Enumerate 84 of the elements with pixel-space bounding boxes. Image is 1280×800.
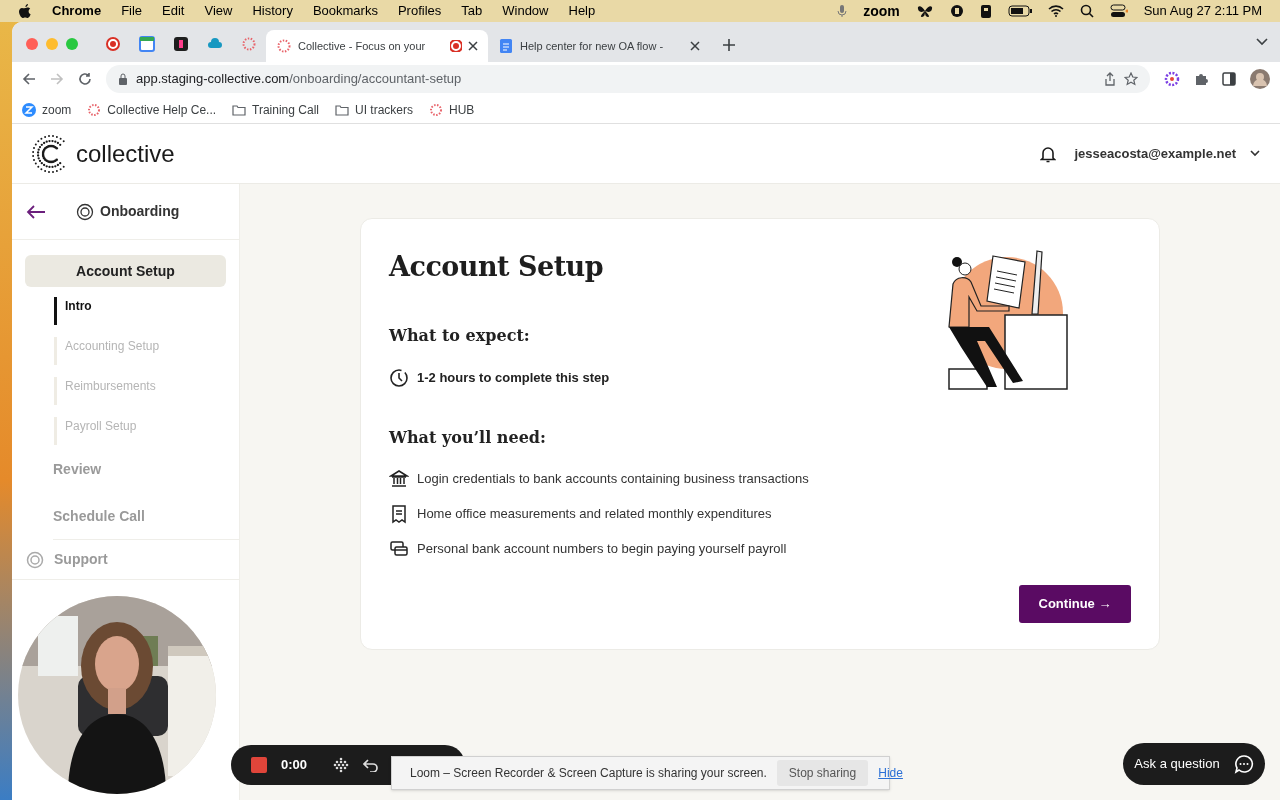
wifi-icon[interactable] (1047, 5, 1064, 17)
continue-button[interactable]: Continue → (1019, 584, 1131, 623)
stop-sharing-button[interactable]: Stop sharing (776, 760, 869, 786)
share-icon[interactable] (1104, 72, 1116, 86)
reload-icon[interactable] (78, 72, 92, 86)
chevron-down-icon[interactable] (1256, 38, 1268, 46)
bookmark-link[interactable]: Training Call (232, 100, 319, 119)
page-title: Account Setup (389, 250, 605, 284)
section-heading: What to expect: (389, 324, 531, 347)
folder-icon (232, 102, 247, 117)
hide-link[interactable]: Hide (878, 764, 903, 782)
tab-title: Help center for new OA flow - (520, 38, 665, 54)
menu-item[interactable]: Bookmarks (312, 1, 378, 21)
ask-question-button[interactable]: Ask a question (1123, 743, 1265, 785)
menu-item[interactable]: Profiles (397, 1, 442, 21)
app-icon (173, 36, 189, 52)
battery-icon[interactable] (1007, 5, 1032, 17)
list-item-text: Home office measurements and related monthly expenditures (417, 504, 772, 523)
menu-item[interactable]: History (252, 1, 293, 21)
bell-icon[interactable] (1040, 144, 1057, 163)
compass-icon (76, 202, 94, 221)
extensions-icon[interactable] (1194, 72, 1208, 86)
share-message: Loom – Screen Recorder & Screen Capture is sharing your screen. (410, 765, 767, 782)
menu-item[interactable]: Tab (461, 1, 483, 21)
control-center-icon[interactable] (1109, 4, 1128, 18)
recording-timer: 0:00 (281, 756, 308, 775)
bookmark-link[interactable]: zoom (22, 100, 72, 119)
sidebar-section[interactable]: Account Setup (25, 255, 226, 287)
menubar-clock[interactable]: Sun Aug 27 2:11 PM (1143, 1, 1262, 21)
chat-bubble-icon (1233, 754, 1254, 774)
search-icon[interactable] (1079, 4, 1094, 18)
address-bar[interactable]: app.staging-collective.com/onboarding/accountant-setup (106, 65, 1150, 93)
brand-name: collective (76, 138, 175, 169)
recording-icon (450, 40, 462, 52)
menu-item[interactable]: Window (502, 1, 549, 21)
close-icon[interactable] (690, 41, 700, 51)
menu-item[interactable]: File (121, 1, 143, 21)
list-item-text: Personal bank account numbers to begin paying yourself payroll (417, 539, 787, 558)
undo-icon[interactable] (363, 758, 380, 772)
tab-title: Collective - Focus on your (298, 38, 427, 54)
ring-logo-icon (87, 102, 102, 117)
bookmark-link[interactable]: UI trackers (335, 100, 413, 119)
chevron-down-icon (1250, 150, 1260, 157)
cards-icon (389, 538, 409, 559)
side-panel-icon[interactable] (1222, 72, 1236, 86)
microphone-icon[interactable] (837, 4, 848, 18)
bookmark-link[interactable]: Collective Help Ce... (87, 100, 217, 119)
browser-tab[interactable]: Help center for new OA flow - (488, 30, 710, 62)
apple-icon[interactable] (18, 3, 32, 19)
grid-dots-icon[interactable] (333, 757, 350, 773)
sidebar-title: Onboarding (100, 202, 180, 221)
back-arrow-icon[interactable] (26, 204, 46, 219)
butterfly-icon[interactable] (915, 4, 934, 18)
extension-badge-icon[interactable] (1164, 71, 1180, 87)
receipt-icon (389, 503, 409, 524)
document-icon (498, 38, 514, 54)
zoom-logo-icon (22, 102, 36, 117)
calendar-icon (139, 36, 155, 52)
lock-icon (118, 73, 128, 85)
list-item-text: Login credentials to bank accounts containing business transactions (417, 469, 809, 488)
list-item-text: 1-2 hours to complete this step (417, 368, 610, 387)
back-icon[interactable] (22, 72, 36, 86)
user-menu[interactable]: jesseacosta@example.net (1074, 143, 1260, 164)
record-icon (105, 36, 121, 52)
menu-item[interactable]: View (204, 1, 233, 21)
clock-icon (389, 367, 409, 388)
lifebuoy-icon (26, 550, 44, 569)
zoom-menu-label[interactable]: zoom (863, 0, 900, 22)
bookmark-link[interactable]: HUB (429, 100, 475, 119)
menu-item[interactable]: Edit (162, 1, 185, 21)
bank-icon (389, 468, 409, 489)
bookmark-star-icon[interactable] (1124, 72, 1138, 86)
ring-logo-icon (276, 38, 292, 54)
new-tab-icon[interactable] (722, 38, 736, 52)
menu-item[interactable]: Help (568, 1, 596, 21)
profile-avatar-icon[interactable] (1250, 69, 1270, 89)
folder-icon (335, 102, 349, 117)
url-text: app.staging-collective.com/onboarding/accountant-setup (136, 70, 462, 89)
section-heading: What you’ll need: (389, 426, 547, 449)
menu-app-name[interactable]: Chrome (52, 1, 102, 21)
ring-logo-icon (241, 36, 257, 52)
browser-tab[interactable]: Collective - Focus on your (266, 30, 488, 62)
close-icon[interactable] (468, 41, 478, 51)
ring-logo-icon (429, 102, 443, 117)
